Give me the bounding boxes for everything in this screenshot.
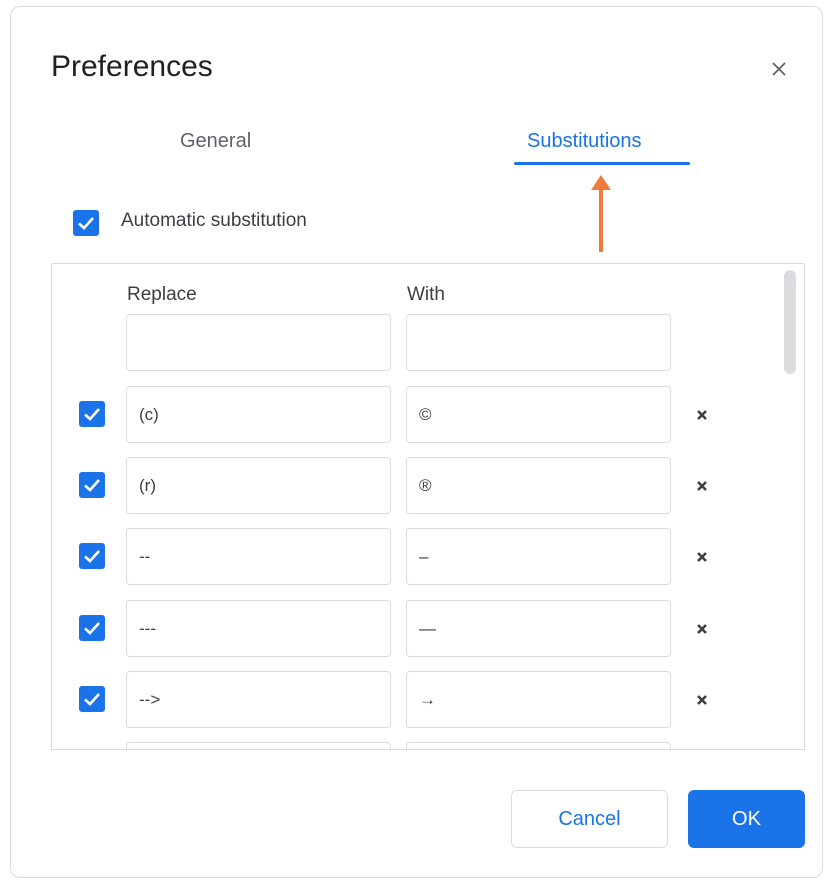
checkmark-icon: [84, 408, 100, 421]
delete-row-icon[interactable]: [694, 407, 710, 423]
with-input[interactable]: ©: [406, 386, 671, 443]
checkmark-icon: [84, 550, 100, 563]
replace-input[interactable]: --: [126, 528, 391, 585]
delete-row-icon[interactable]: [694, 621, 710, 637]
active-tab-indicator: [514, 162, 690, 165]
automatic-substitution-checkbox[interactable]: [73, 210, 99, 236]
scrollbar-thumb[interactable]: [784, 270, 796, 374]
orange-arrow-up-icon: [591, 175, 611, 252]
checkmark-icon: [84, 622, 100, 635]
replace-input-partial[interactable]: [126, 742, 391, 749]
replace-column-header: Replace: [127, 284, 197, 305]
new-replace-input[interactable]: [126, 314, 391, 371]
tab-general[interactable]: General: [180, 130, 251, 153]
automatic-substitution-label: Automatic substitution: [121, 210, 307, 231]
checkmark-icon: [78, 217, 94, 230]
row-enabled-checkbox[interactable]: [79, 543, 105, 569]
checkmark-icon: [84, 693, 100, 706]
checkmark-icon: [84, 479, 100, 492]
substitutions-table: Replace With (c) © (r) ® -- – --- — --> …: [51, 263, 805, 750]
replace-input[interactable]: (c): [126, 386, 391, 443]
replace-input[interactable]: ---: [126, 600, 391, 657]
close-button[interactable]: [764, 54, 794, 84]
with-input[interactable]: →: [406, 671, 671, 728]
cancel-button[interactable]: Cancel: [511, 790, 668, 848]
replace-input[interactable]: (r): [126, 457, 391, 514]
replace-input[interactable]: -->: [126, 671, 391, 728]
with-input-partial[interactable]: [406, 742, 671, 749]
close-icon: [772, 62, 786, 76]
with-column-header: With: [407, 284, 445, 305]
dialog-title: Preferences: [51, 50, 213, 83]
row-enabled-checkbox[interactable]: [79, 615, 105, 641]
delete-row-icon[interactable]: [694, 549, 710, 565]
row-enabled-checkbox[interactable]: [79, 472, 105, 498]
delete-row-icon[interactable]: [694, 692, 710, 708]
new-with-input[interactable]: [406, 314, 671, 371]
with-input[interactable]: –: [406, 528, 671, 585]
tab-substitutions[interactable]: Substitutions: [527, 130, 642, 153]
row-enabled-checkbox[interactable]: [79, 401, 105, 427]
with-input[interactable]: ®: [406, 457, 671, 514]
row-enabled-checkbox[interactable]: [79, 686, 105, 712]
ok-button[interactable]: OK: [688, 790, 805, 848]
delete-row-icon[interactable]: [694, 478, 710, 494]
with-input[interactable]: —: [406, 600, 671, 657]
